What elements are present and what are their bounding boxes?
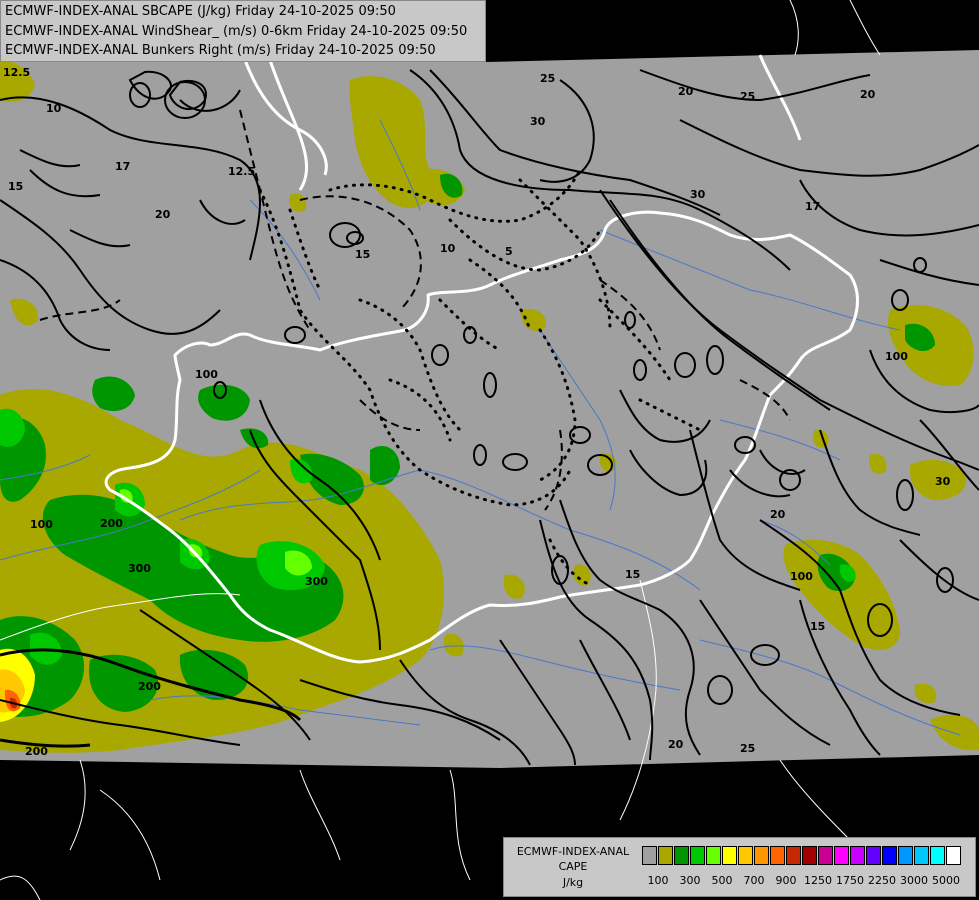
map-header: ECMWF-INDEX-ANAL SBCAPE (J/kg) Friday 24… [0,0,486,62]
contour-label: 15 [8,180,23,193]
contour-label: 10 [440,242,456,255]
contour-label: 100 [195,368,218,381]
legend-swatch [722,846,737,865]
legend-tick-label: 100 [647,874,669,887]
weather-map: 12.5 10 15 17 20 25 30 12.5 15 10 5 15 2… [0,0,979,900]
legend-source: ECMWF-INDEX-ANAL [516,845,630,858]
cape-legend: ECMWF-INDEX-ANAL CAPE J/kg 100 300 500 700 9… [503,837,976,897]
contour-label: 17 [805,200,820,213]
legend-tick-label: 1750 [836,874,864,887]
header-windshear-title: ECMWF-INDEX-ANAL WindShear_ (m/s) 0-6km … [5,24,468,39]
header-sbcape-title: ECMWF-INDEX-ANAL SBCAPE (J/kg) Friday 24… [5,4,396,19]
legend-tick-label: 5000 [932,874,960,887]
legend-tick-label: 700 [743,874,765,887]
legend-swatch [754,846,769,865]
legend-swatch [786,846,801,865]
contour-label: 100 [885,350,908,363]
legend-swatch [850,846,865,865]
contour-label: 25 [740,90,755,103]
legend-swatch [946,846,961,865]
legend-swatch [882,846,897,865]
legend-swatch [706,846,721,865]
legend-tick-label: 2250 [868,874,896,887]
contour-label: 100 [790,570,813,583]
contour-label: 12.5 [3,66,30,79]
contour-label: 15 [810,620,825,633]
legend-swatch [914,846,929,865]
contour-label: 20 [770,508,786,521]
legend-swatch [674,846,689,865]
legend-tick-label: 1250 [804,874,832,887]
legend-tick-label: 3000 [900,874,928,887]
legend-swatch [770,846,785,865]
contour-label: 10 [46,102,62,115]
legend-swatch [690,846,705,865]
contour-label: 20 [155,208,171,221]
legend-tick-label: 900 [775,874,797,887]
legend-tick-label: 300 [679,874,701,887]
legend-swatch [930,846,945,865]
legend-swatch [802,846,817,865]
contour-label: 25 [740,742,755,755]
header-bunkers-title: ECMWF-INDEX-ANAL Bunkers Right (m/s) Fri… [5,43,436,58]
contour-label: 30 [690,188,706,201]
contour-label: 25 [540,72,555,85]
contour-label: 100 [30,518,53,531]
contour-label: 200 [25,745,48,758]
contour-label: 30 [530,115,546,128]
legend-swatch [818,846,833,865]
legend-swatch [658,846,673,865]
legend-swatch [738,846,753,865]
legend-swatch [834,846,849,865]
contour-label: 17 [115,160,130,173]
legend-swatch [866,846,881,865]
contour-label: 15 [625,568,640,581]
legend-swatch [898,846,913,865]
contour-label: 30 [935,475,951,488]
contour-label: 300 [305,575,328,588]
contour-label: 5 [505,245,513,258]
legend-swatch [642,846,657,865]
legend-unit: J/kg [562,876,584,889]
contour-label: 300 [128,562,151,575]
legend-variable: CAPE [558,860,588,873]
legend-tick-label: 500 [711,874,733,887]
contour-label: 15 [355,248,370,261]
contour-label: 20 [678,85,694,98]
contour-label: 12.5 [228,165,255,178]
contour-label: 20 [860,88,876,101]
contour-label: 200 [138,680,161,693]
contour-label: 20 [668,738,684,751]
contour-label: 200 [100,517,123,530]
